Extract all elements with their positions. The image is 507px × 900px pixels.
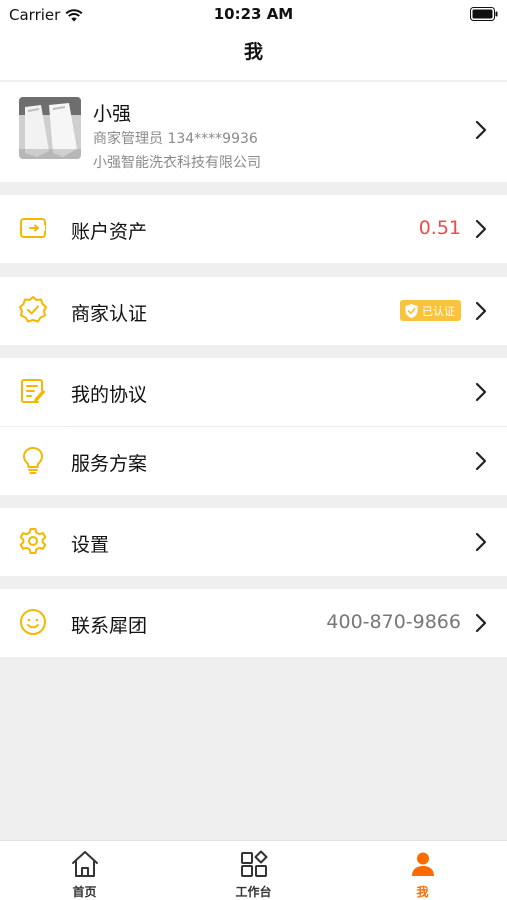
chevron-right-icon (475, 451, 487, 471)
menu-label-verify: 商家认证 (71, 303, 148, 325)
tab-me-label: 我 (416, 885, 429, 899)
smile-icon (20, 609, 46, 635)
chevron-right-icon (475, 613, 487, 633)
chevron-right-icon (475, 382, 487, 402)
shield-check-icon (405, 303, 418, 318)
grid-icon (241, 850, 268, 877)
menu-item-agreement[interactable]: 我的协议 (0, 358, 507, 426)
menu-label-agreement: 我的协议 (71, 384, 148, 406)
home-icon (72, 851, 98, 877)
menu-item-assets[interactable]: 账户资产 0.51 (0, 195, 507, 263)
menu-item-verify[interactable]: 商家认证 已认证 (0, 277, 507, 345)
wallet-icon (20, 218, 46, 238)
menu-label-settings: 设置 (71, 534, 110, 556)
gear-icon (19, 528, 47, 554)
menu-item-settings[interactable]: 设置 (0, 508, 507, 576)
chevron-right-icon (475, 120, 487, 140)
chevron-right-icon (475, 219, 487, 239)
assets-value: 0.51 (418, 217, 461, 239)
status-time: 10:23 AM (213, 5, 294, 23)
verified-badge: 已认证 (400, 300, 461, 321)
menu-item-service[interactable]: 服务方案 (0, 427, 507, 495)
document-pen-icon (21, 379, 45, 403)
tab-home-label: 首页 (72, 885, 97, 899)
avatar-image (19, 97, 81, 159)
contact-phone: 400-870-9866 (326, 611, 461, 633)
profile-company: 小强智能洗衣科技有限公司 (93, 155, 261, 171)
tab-home[interactable]: 首页 (0, 841, 169, 900)
lightbulb-icon (23, 447, 43, 474)
profile-role-phone: 商家管理员 134****9936 (93, 131, 258, 147)
profile-name: 小强 (93, 103, 132, 125)
tab-workbench-label: 工作台 (235, 885, 272, 899)
verified-badge-text: 已认证 (422, 304, 455, 318)
chevron-right-icon (475, 532, 487, 552)
tab-me[interactable]: 我 (338, 841, 507, 900)
menu-label-service: 服务方案 (71, 453, 148, 475)
page-title: 我 (243, 41, 263, 63)
tab-bar: 首页 工作台 我 (0, 840, 507, 900)
nav-bar: 我 (0, 28, 507, 80)
tab-workbench[interactable]: 工作台 (169, 841, 338, 900)
menu-label-contact: 联系犀团 (71, 615, 148, 637)
menu-item-contact[interactable]: 联系犀团 400-870-9866 (0, 589, 507, 657)
chevron-right-icon (475, 301, 487, 321)
user-icon (412, 852, 434, 876)
status-bar: Carrier 10:23 AM (0, 0, 507, 28)
profile-card[interactable]: 小强 商家管理员 134****9936 小强智能洗衣科技有限公司 (0, 82, 507, 182)
menu-label-assets: 账户资产 (71, 221, 148, 243)
badge-check-icon (19, 296, 47, 323)
battery-icon (470, 7, 498, 21)
avatar (19, 97, 81, 159)
